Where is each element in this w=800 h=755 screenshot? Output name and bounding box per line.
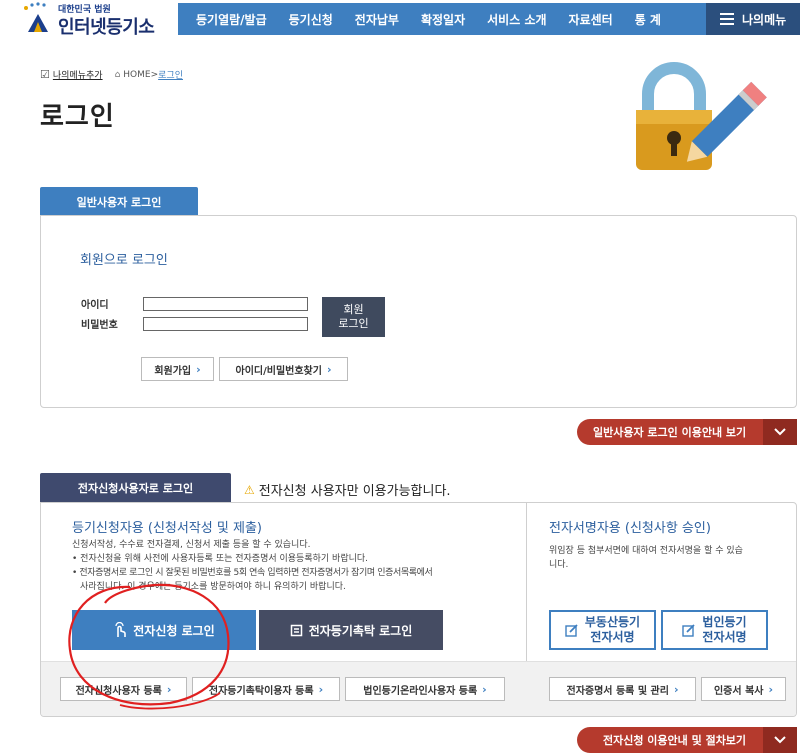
breadcrumb-current: 로그인 bbox=[158, 71, 183, 81]
logo-site-name: 인터넷등기소 bbox=[58, 17, 155, 38]
electronic-applicant-register-button[interactable]: 전자신청사용자 등록 › bbox=[60, 677, 187, 701]
chevron-right-icon: › bbox=[482, 682, 487, 696]
nav-item-electronic-payment[interactable]: 전자납부 bbox=[344, 11, 410, 28]
breadcrumb: ☑ 나의메뉴추가 ⌂ HOME > 로그인 bbox=[40, 68, 183, 81]
checkbox-icon: ☑ bbox=[40, 68, 50, 81]
signer-desc-line1: 위임장 등 첨부서면에 대하여 전자서명을 할 수 있습 bbox=[549, 546, 743, 556]
document-icon bbox=[290, 624, 302, 636]
electronic-application-login-label: 전자신청 로그인 bbox=[133, 623, 215, 638]
warning-icon: ⚠ bbox=[244, 482, 255, 497]
certificate-copy-button[interactable]: 인증서 복사 › bbox=[701, 677, 786, 701]
member-login-line2: 로그인 bbox=[338, 317, 369, 330]
electronic-guide-label: 전자신청 이용안내 및 절차보기 bbox=[603, 734, 747, 747]
home-icon[interactable]: ⌂ bbox=[115, 70, 121, 80]
tab-electronic-user-login[interactable]: 전자신청사용자로 로그인 bbox=[40, 473, 231, 503]
applicant-desc-line1: 신청서작성, 수수료 전자결제, 신청서 제출 등을 할 수 있습니다. bbox=[72, 540, 311, 550]
applicant-section-description: 신청서작성, 수수료 전자결제, 신청서 제출 등을 할 수 있습니다. • 전… bbox=[72, 538, 522, 594]
member-login-button[interactable]: 회원 로그인 bbox=[322, 297, 385, 337]
find-id-password-label: 아이디/비밀번호찾기 bbox=[235, 365, 322, 377]
electronic-commission-login-label: 전자등기촉탁 로그인 bbox=[308, 623, 413, 638]
corporate-online-register-button[interactable]: 법인등기온라인사용자 등록 › bbox=[345, 677, 505, 701]
signer-section-title: 전자서명자용 (신청사항 승인) bbox=[549, 521, 711, 536]
add-to-my-menu-link[interactable]: 나의메뉴추가 bbox=[53, 68, 103, 81]
edit-icon bbox=[682, 624, 696, 637]
page-title: 로그인 bbox=[40, 102, 115, 132]
electronic-only-notice: ⚠ 전자신청 사용자만 이용가능합니다. bbox=[244, 480, 451, 500]
chevron-down-icon bbox=[763, 419, 797, 445]
my-menu-label: 나의메뉴 bbox=[742, 12, 787, 27]
member-login-line1: 회원 bbox=[343, 303, 364, 316]
applicant-desc-line3: • 전자증명서로 로그인 시 잘못된 비밀번호를 5회 연속 입력하면 전자증명… bbox=[72, 568, 433, 578]
chevron-right-icon: › bbox=[768, 682, 774, 696]
nav-item-registration-application[interactable]: 등기신청 bbox=[278, 11, 344, 28]
chevron-right-icon: › bbox=[326, 362, 332, 376]
nav-item-resource-center[interactable]: 자료센터 bbox=[558, 11, 624, 28]
commission-user-register-label: 전자등기촉탁이용자 등록 bbox=[208, 685, 314, 697]
certificate-register-manage-button[interactable]: 전자증명서 등록 및 관리 › bbox=[549, 677, 696, 701]
id-label: 아이디 bbox=[81, 300, 109, 311]
signup-label: 회원가입 bbox=[154, 365, 192, 377]
commission-user-register-button[interactable]: 전자등기촉탁이용자 등록 › bbox=[192, 677, 340, 701]
nav-item-service-intro[interactable]: 서비스 소개 bbox=[476, 11, 557, 28]
electronic-commission-login-button[interactable]: 전자등기촉탁 로그인 bbox=[259, 610, 443, 650]
edit-icon bbox=[565, 624, 578, 637]
court-emblem-icon bbox=[24, 2, 48, 32]
password-label: 비밀번호 bbox=[81, 320, 118, 331]
chevron-right-icon: › bbox=[318, 682, 324, 696]
find-id-password-button[interactable]: 아이디/비밀번호찾기 › bbox=[219, 357, 348, 381]
corporate-signature-button[interactable]: 법인등기 전자서명 bbox=[661, 610, 768, 650]
chevron-right-icon: › bbox=[166, 682, 172, 696]
nav-item-fixed-date[interactable]: 확정일자 bbox=[410, 11, 476, 28]
corporate-signature-line2: 전자서명 bbox=[702, 630, 747, 644]
hamburger-icon bbox=[720, 10, 734, 28]
applicant-section-title: 등기신청자용 (신청서작성 및 제출) bbox=[72, 521, 262, 536]
chevron-down-icon bbox=[763, 727, 797, 753]
real-estate-signature-line1: 부동산등기 bbox=[584, 615, 641, 629]
touch-hand-icon bbox=[115, 622, 127, 637]
real-estate-signature-button[interactable]: 부동산등기 전자서명 bbox=[549, 610, 656, 650]
electronic-application-login-button[interactable]: 전자신청 로그인 bbox=[72, 610, 256, 650]
id-input[interactable] bbox=[143, 297, 308, 311]
applicant-desc-line2: • 전자신청을 위해 사전에 사용자등록 또는 전자증명서 이용등록하기 바랍니… bbox=[72, 554, 369, 564]
real-estate-signature-line2: 전자서명 bbox=[590, 630, 635, 644]
lock-pencil-icon bbox=[636, 62, 767, 170]
password-input[interactable] bbox=[143, 317, 308, 331]
electronic-guide-button[interactable]: 전자신청 이용안내 및 절차보기 bbox=[577, 727, 797, 753]
electronic-applicant-register-label: 전자신청사용자 등록 bbox=[75, 685, 162, 697]
nav-item-view-issue[interactable]: 등기열람/발급 bbox=[178, 11, 278, 28]
breadcrumb-home[interactable]: HOME bbox=[123, 70, 150, 80]
my-menu-button[interactable]: 나의메뉴 bbox=[706, 3, 800, 35]
certificate-register-manage-label: 전자증명서 등록 및 관리 bbox=[566, 685, 669, 697]
court-logo[interactable]: 대한민국 법원 인터넷등기소 bbox=[20, 2, 170, 38]
signer-section-description: 위임장 등 첨부서면에 대하여 전자서명을 할 수 있습 니다. bbox=[549, 544, 784, 572]
corporate-online-register-label: 법인등기온라인사용자 등록 bbox=[363, 685, 478, 697]
electronic-only-notice-text: 전자신청 사용자만 이용가능합니다. bbox=[258, 484, 451, 499]
signup-button[interactable]: 회원가입 › bbox=[141, 357, 214, 381]
general-login-guide-label: 일반사용자 로그인 이용안내 보기 bbox=[593, 426, 747, 439]
general-login-guide-button[interactable]: 일반사용자 로그인 이용안내 보기 bbox=[577, 419, 797, 445]
member-login-heading: 회원으로 로그인 bbox=[80, 253, 168, 268]
nav-item-statistics[interactable]: 통 계 bbox=[624, 11, 672, 28]
signer-desc-line2: 니다. bbox=[549, 560, 569, 570]
chevron-right-icon: › bbox=[196, 362, 201, 376]
applicant-desc-line4: 사라집니다. 이 경우에는 등기소를 방문하여야 하니 유의하기 바랍니다. bbox=[80, 582, 346, 592]
certificate-copy-label: 인증서 복사 bbox=[713, 685, 764, 697]
chevron-right-icon: › bbox=[673, 682, 679, 696]
tab-general-user-login[interactable]: 일반사용자 로그인 bbox=[40, 187, 198, 216]
breadcrumb-separator: > bbox=[150, 69, 159, 80]
corporate-signature-line1: 법인등기 bbox=[702, 615, 747, 629]
